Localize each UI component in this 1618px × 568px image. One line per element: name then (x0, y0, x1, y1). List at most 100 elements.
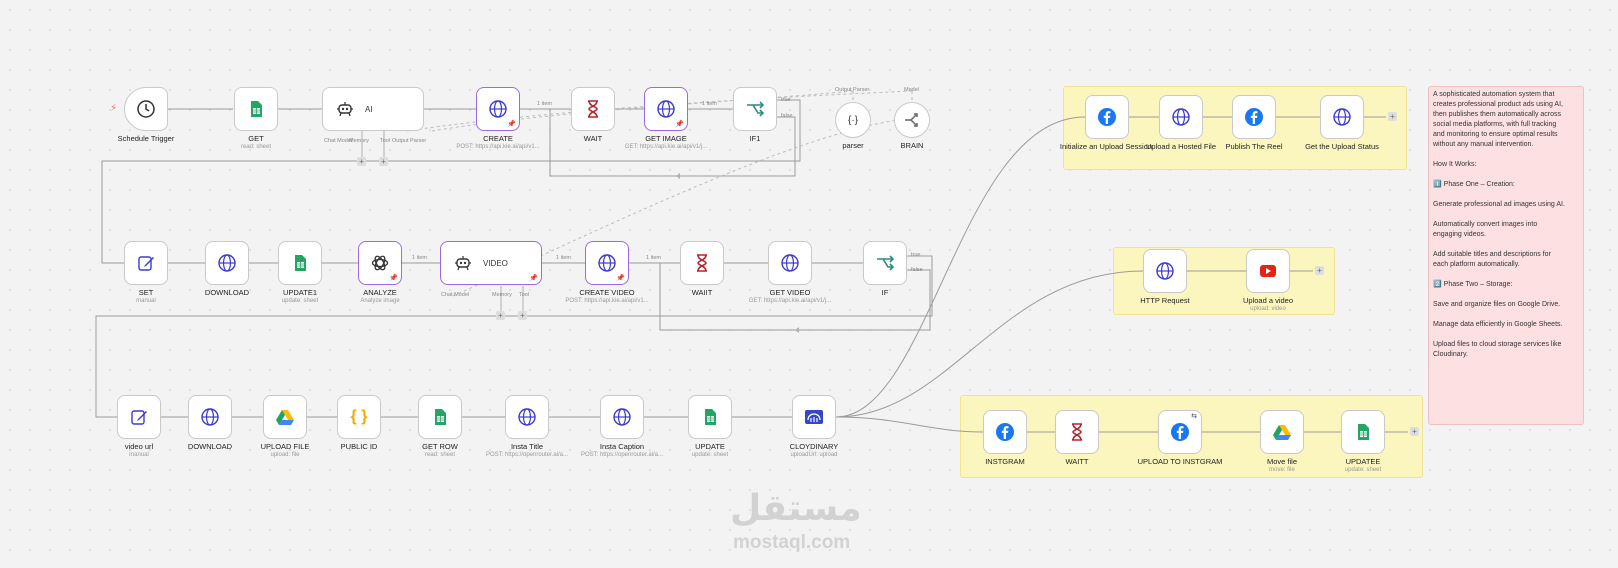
google-sheets-icon (705, 409, 716, 425)
port-label: Memory (492, 292, 512, 298)
node-analyze[interactable]: 📌 (358, 241, 402, 285)
google-drive-icon (276, 410, 294, 425)
pin-icon: 📌 (529, 275, 538, 282)
node-waitt[interactable] (1055, 410, 1099, 454)
node-ai-agent[interactable]: AI (322, 87, 424, 131)
node-create[interactable]: 📌 (476, 87, 520, 131)
edge-label-false: false (911, 267, 923, 273)
hourglass-icon (697, 254, 707, 272)
edge-label-false: false (781, 113, 793, 119)
edge-label-output-parser: Output Parser (835, 87, 870, 93)
node-video-agent[interactable]: VIDEO 📌 (440, 241, 542, 285)
node-label: Schedule Trigger (117, 134, 175, 143)
pin-icon: 📌 (675, 121, 684, 128)
node-get-upload-status[interactable] (1320, 95, 1364, 139)
node-subtitle: read: sheet (240, 144, 272, 150)
facebook-icon (1098, 108, 1116, 126)
node-upload-file[interactable] (263, 395, 307, 439)
add-chat-model-button[interactable]: + (496, 311, 505, 320)
port-label: Tool (519, 292, 530, 298)
edge-label: 1 item (412, 255, 427, 261)
node-brain[interactable] (894, 102, 930, 138)
add-node-button[interactable]: + (1410, 427, 1419, 436)
node-update1[interactable] (278, 241, 322, 285)
node-if1[interactable] (733, 87, 777, 131)
port-label: Memory (349, 138, 369, 144)
node-update[interactable] (688, 395, 732, 439)
node-get[interactable] (234, 87, 278, 131)
add-memory-button[interactable]: + (379, 157, 388, 166)
node-waiit[interactable] (680, 241, 724, 285)
add-node-button[interactable]: + (1315, 266, 1324, 275)
node-label: VIDEO (483, 258, 508, 268)
node-if[interactable] (863, 241, 907, 285)
node-http-request[interactable] (1143, 249, 1187, 293)
node-subtitle: manual (129, 452, 149, 458)
google-sheets-icon (295, 255, 306, 271)
node-cloudinary[interactable] (792, 395, 836, 439)
node-schedule-trigger[interactable] (124, 87, 168, 131)
node-move-file[interactable] (1260, 410, 1304, 454)
edge-label-true: true (781, 97, 791, 103)
node-download-2[interactable] (188, 395, 232, 439)
hourglass-icon (1072, 423, 1082, 441)
braces-icon: {·} (847, 114, 858, 126)
globe-icon (489, 100, 507, 118)
node-label: AI (365, 104, 373, 114)
node-label: UPDATEE (1345, 457, 1381, 466)
node-set[interactable] (124, 241, 168, 285)
node-subtitle: POST: https://api.kie.ai/api/v1... (456, 144, 540, 150)
add-chat-model-button[interactable]: + (357, 157, 366, 166)
trigger-bolt-icon: ⚡ (110, 103, 118, 114)
branch-icon (747, 101, 765, 117)
hourglass-icon (588, 100, 598, 118)
globe-icon (1172, 108, 1190, 126)
edge-label-true: true (911, 252, 921, 258)
node-upload-instgram[interactable]: ⇆ (1158, 410, 1202, 454)
node-label: Upload a video (1242, 296, 1294, 305)
node-video-url[interactable] (117, 395, 161, 439)
port-label: Chat Model (441, 292, 470, 298)
google-sheets-icon (435, 409, 446, 425)
robot-icon (455, 256, 471, 271)
robot-icon (337, 102, 353, 117)
node-label: IF (881, 288, 889, 297)
node-get-video[interactable] (768, 241, 812, 285)
facebook-icon (1245, 108, 1263, 126)
node-parser[interactable]: {·} (835, 102, 871, 138)
add-node-button[interactable]: + (1388, 112, 1397, 121)
edge-label: 1 item (556, 255, 571, 261)
node-insta-title[interactable] (505, 395, 549, 439)
node-label: BRAIN (900, 141, 924, 150)
node-init-upload[interactable] (1085, 95, 1129, 139)
node-subtitle: upload: file (270, 452, 300, 458)
watermark-logo-arabic: مستقل (730, 488, 862, 529)
branch-icon (877, 255, 895, 271)
node-subtitle: GET: https://api.kie.ai/api/v1/j... (748, 298, 832, 304)
node-upload-video[interactable] (1246, 249, 1290, 293)
routing-icon (905, 113, 918, 127)
watermark-logo-latin: mostaql.com (733, 532, 851, 553)
add-memory-button[interactable]: + (518, 311, 527, 320)
node-label: ANALYZE (363, 288, 397, 297)
globe-icon (218, 254, 236, 272)
node-subtitle: uploadUrl: upload (790, 452, 838, 458)
edge-label: 1 item (646, 255, 661, 261)
node-download[interactable] (205, 241, 249, 285)
node-label: WAITT (1065, 457, 1089, 466)
node-label: Get the Upload Status (1305, 142, 1379, 151)
node-public-id[interactable]: { } (337, 395, 381, 439)
facebook-icon (996, 423, 1014, 441)
node-insta-caption[interactable] (600, 395, 644, 439)
node-subtitle: GET: https://api.kie.ai/api/v1/j... (624, 144, 708, 150)
node-get-row[interactable] (418, 395, 462, 439)
node-publish-reel[interactable] (1232, 95, 1276, 139)
node-create-video[interactable]: 📌 (585, 241, 629, 285)
node-wait[interactable] (571, 87, 615, 131)
node-get-image[interactable]: 📌 (644, 87, 688, 131)
node-instgram[interactable] (983, 410, 1027, 454)
globe-icon (613, 408, 631, 426)
globe-icon (657, 100, 675, 118)
node-updatee[interactable] (1341, 410, 1385, 454)
node-upload-hosted[interactable] (1159, 95, 1203, 139)
